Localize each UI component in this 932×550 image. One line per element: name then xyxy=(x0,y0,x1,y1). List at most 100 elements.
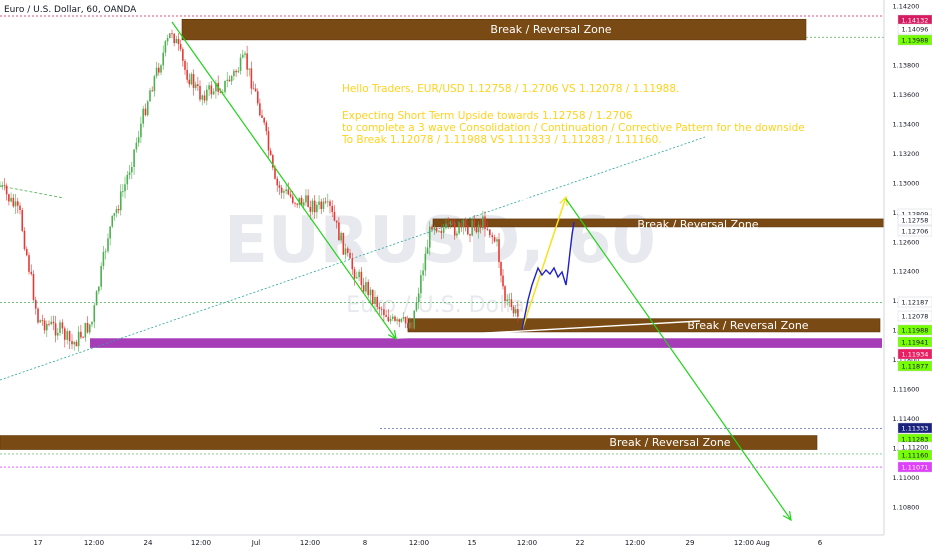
candle-body xyxy=(128,172,131,176)
candle-body xyxy=(369,289,372,296)
candle-body xyxy=(46,323,48,331)
time-tick-label: Aug xyxy=(756,539,770,547)
candle-body xyxy=(142,108,144,124)
price-label: 1.12078 xyxy=(897,310,932,322)
candle-body xyxy=(239,57,242,71)
candle-body xyxy=(146,101,149,116)
candle-body xyxy=(458,222,460,234)
price-tick-label: 1.13200 xyxy=(893,150,920,158)
candle-body xyxy=(265,122,268,132)
candle-body xyxy=(98,286,100,292)
candle-body xyxy=(331,205,334,212)
candle-body xyxy=(201,95,204,100)
break-reversal-zone xyxy=(407,318,881,333)
price-tick-label: 1.12400 xyxy=(893,268,920,276)
candle-body xyxy=(500,262,502,276)
candle-body xyxy=(335,220,338,223)
candle-body xyxy=(360,271,363,286)
candle-body xyxy=(19,205,21,211)
candle-body xyxy=(420,275,422,294)
candle-body xyxy=(502,275,504,287)
candle-body xyxy=(283,191,285,193)
price-label-text: 1.11071 xyxy=(902,464,929,472)
candle-body xyxy=(445,223,447,229)
time-tick-label: 6 xyxy=(818,539,823,547)
candle-body xyxy=(14,201,17,207)
candle-body xyxy=(3,185,6,186)
candle-body xyxy=(8,194,10,202)
candle-body xyxy=(226,79,229,81)
candle-body xyxy=(510,299,513,308)
candle-body xyxy=(208,85,210,90)
candle-body xyxy=(39,320,41,323)
candle-body xyxy=(210,85,213,95)
price-label: 1.11333 xyxy=(897,422,932,434)
candle-body xyxy=(508,299,511,301)
price-chart[interactable]: EURUSD, 60 Euro / U.S. Dollar Hello Trad… xyxy=(0,0,932,550)
time-tick-label: 15 xyxy=(468,539,477,547)
candle-body xyxy=(113,213,116,216)
candle-body xyxy=(291,196,294,203)
candle-body xyxy=(280,187,283,193)
candle-body xyxy=(241,54,244,58)
candle-body xyxy=(464,220,467,227)
candle-body xyxy=(124,184,126,192)
candle-body xyxy=(267,131,270,151)
candle-body xyxy=(471,220,473,236)
price-axis[interactable]: 1.14200 1.13800 1.13600 1.13400 1.13200 1.130… xyxy=(883,0,932,535)
candle-body xyxy=(111,215,114,227)
candle-body xyxy=(327,201,329,203)
price-label: 1.12706 xyxy=(897,225,932,237)
candle-body xyxy=(64,328,66,340)
price-tick-label: 1.14200 xyxy=(893,3,920,11)
candle-body xyxy=(263,117,265,123)
price-label-text: 1.12758 xyxy=(902,217,929,225)
price-label: 1.13988 xyxy=(897,34,932,46)
candle-body xyxy=(50,321,52,325)
analysis-note-line: Hello Traders, EUR/USD 1.12758 / 1.2706 … xyxy=(342,83,679,95)
time-axis[interactable]: 17 12:00 24 12:00 Jul 12:00 8 12:00 15 12:00 22 12:… xyxy=(0,534,932,550)
price-label: 1.12187 xyxy=(897,296,932,308)
candle-body xyxy=(194,84,197,88)
candle-body xyxy=(473,220,476,228)
candle-body xyxy=(371,289,374,305)
candle-body xyxy=(175,38,178,44)
candle-body xyxy=(21,210,24,231)
candle-body xyxy=(376,297,379,307)
candle-body xyxy=(203,95,206,101)
candle-body xyxy=(340,232,342,241)
candle-body xyxy=(374,297,376,305)
candle-body xyxy=(71,341,73,345)
candle-body xyxy=(140,123,142,138)
candle-body xyxy=(119,191,122,211)
candle-body xyxy=(122,191,124,193)
candle-body xyxy=(489,229,491,236)
candle-body xyxy=(75,341,78,347)
candle-body xyxy=(438,230,440,232)
candle-body xyxy=(389,318,392,322)
candle-body xyxy=(93,305,96,322)
candle-body xyxy=(447,223,449,225)
candle-body xyxy=(80,331,82,338)
candle-body xyxy=(84,322,87,338)
candle-body xyxy=(353,269,356,279)
zone-label: Break / Reversal Zone xyxy=(490,23,611,36)
candle-body xyxy=(61,322,64,329)
candle-body xyxy=(169,33,171,39)
watermark-description: Euro / U.S. Dollar xyxy=(346,293,534,318)
candle-body xyxy=(158,67,160,73)
candle-body xyxy=(48,323,50,325)
candle-body xyxy=(66,331,68,340)
candle-body xyxy=(344,248,347,255)
price-tick-label: 1.13400 xyxy=(893,120,920,128)
candle-body xyxy=(37,308,39,323)
candle-body xyxy=(199,85,201,100)
price-label: 1.14096 xyxy=(897,23,932,35)
time-tick-label: 24 xyxy=(144,539,153,547)
candle-body xyxy=(287,189,290,195)
time-tick-label: 17 xyxy=(34,539,43,547)
candle-body xyxy=(504,286,506,302)
price-tick-label: 1.13600 xyxy=(893,91,920,99)
candle-body xyxy=(133,149,135,167)
candle-body xyxy=(449,221,452,224)
